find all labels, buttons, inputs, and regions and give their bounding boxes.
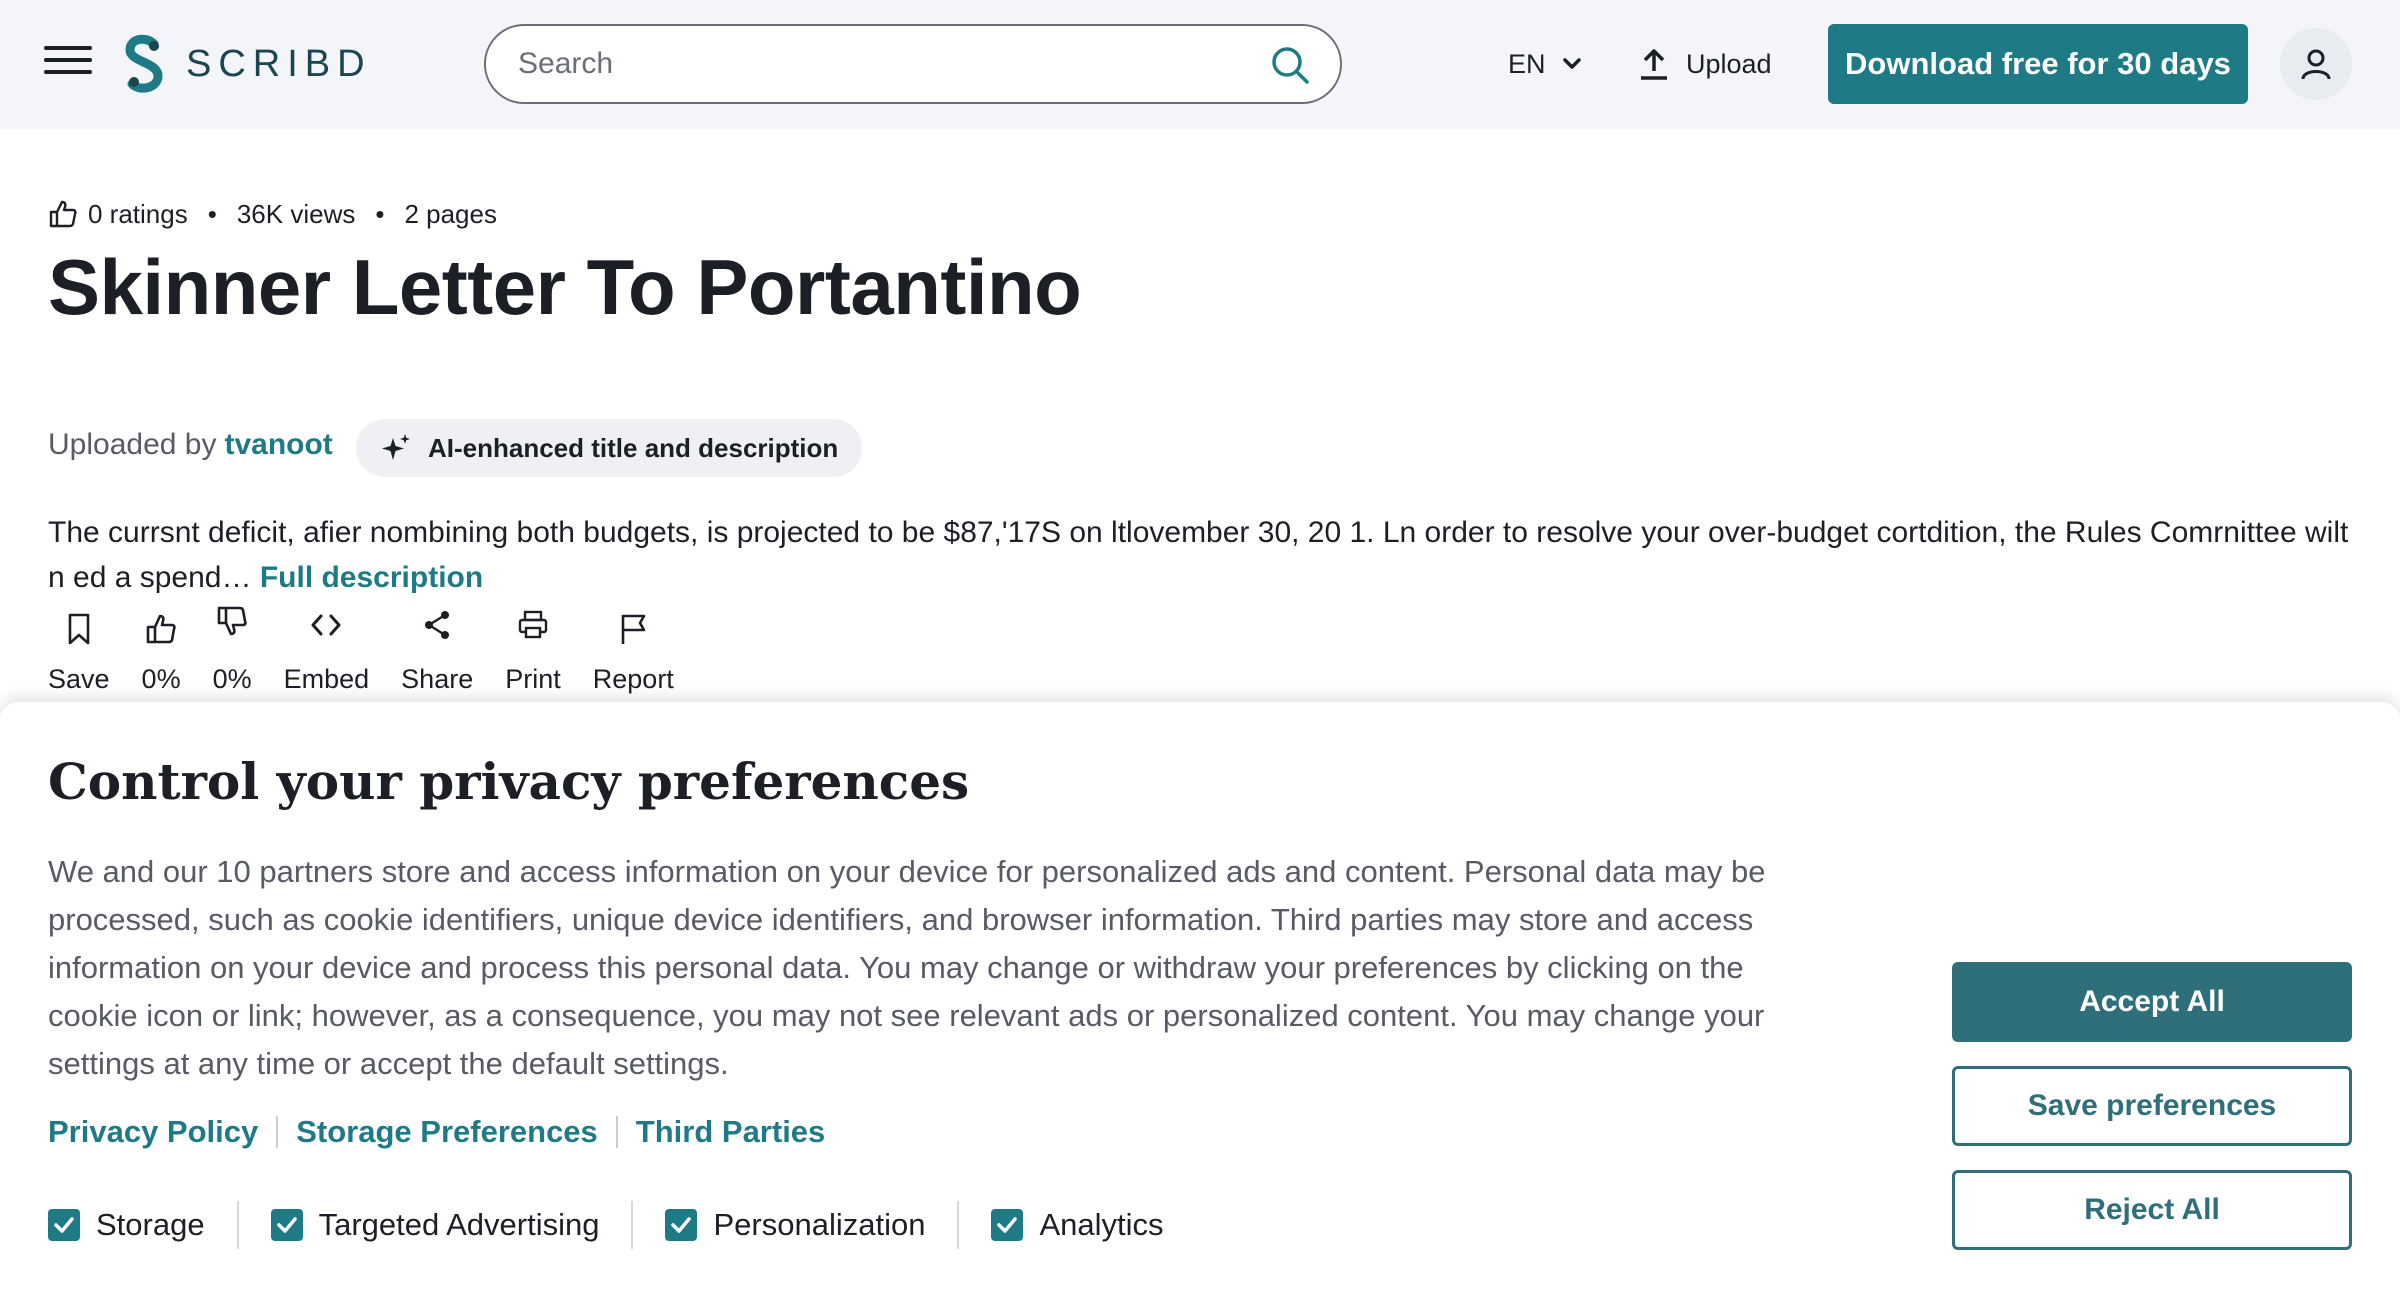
search-input[interactable] xyxy=(518,42,1218,86)
uploaded-by-label: Uploaded by xyxy=(48,428,217,461)
menu-icon[interactable] xyxy=(44,46,92,82)
top-header: SCRIBD EN Upload Download free for 30 da… xyxy=(0,0,2400,129)
like-button[interactable]: 0% xyxy=(142,612,181,702)
save-preferences-button[interactable]: Save preferences xyxy=(1952,1066,2352,1146)
report-button[interactable]: Report xyxy=(593,612,674,702)
report-label: Report xyxy=(592,664,674,694)
document-description: The currsnt deficit, afier nombining bot… xyxy=(48,510,2358,600)
language-selector[interactable]: EN xyxy=(1508,44,1582,84)
analytics-consent[interactable]: Analytics xyxy=(991,1207,1164,1243)
targeted-advertising-consent-label: Targeted Advertising xyxy=(318,1207,600,1242)
search-icon[interactable] xyxy=(1270,45,1310,85)
like-percent: 0% xyxy=(141,664,181,694)
reject-all-button[interactable]: Reject All xyxy=(1952,1170,2352,1250)
search-bar[interactable] xyxy=(484,24,1342,104)
share-button[interactable]: Share xyxy=(401,611,474,702)
thumbs-up-icon xyxy=(146,614,176,644)
full-description-link[interactable]: Full description xyxy=(260,561,483,594)
page-count: 2 pages xyxy=(404,198,497,229)
upload-icon xyxy=(1641,49,1667,80)
print-icon xyxy=(518,610,548,639)
checkbox-checked-icon[interactable] xyxy=(665,1209,698,1241)
privacy-preferences-panel: Control your privacy preferences We and … xyxy=(0,702,2400,1298)
print-button[interactable]: Print xyxy=(505,610,561,702)
scribd-logo[interactable]: SCRIBD xyxy=(120,34,372,94)
language-label: EN xyxy=(1508,48,1546,79)
thumbs-down-icon xyxy=(217,606,247,636)
storage-consent[interactable]: Storage xyxy=(48,1207,205,1243)
consent-options: Storage Targeted Advertising Personaliza… xyxy=(48,1200,1164,1250)
user-icon xyxy=(2301,49,2331,80)
views-count: 36K views xyxy=(236,198,356,229)
scribd-logo-icon xyxy=(125,34,163,93)
embed-icon xyxy=(311,614,341,636)
privacy-links: Privacy Policy Storage Preferences Third… xyxy=(48,1107,825,1157)
ratings-count: 0 ratings xyxy=(88,198,188,229)
link-separator xyxy=(276,1116,279,1148)
meta-separator: • xyxy=(375,198,385,229)
dislike-percent: 0% xyxy=(212,664,252,694)
upload-label: Upload xyxy=(1686,48,1772,79)
personalization-consent-label: Personalization xyxy=(713,1207,926,1242)
chevron-down-icon xyxy=(1562,58,1581,69)
analytics-consent-label: Analytics xyxy=(1039,1207,1164,1242)
account-avatar[interactable] xyxy=(2280,28,2352,100)
logo-text: SCRIBD xyxy=(186,42,372,85)
dislike-button[interactable]: 0% xyxy=(212,606,252,702)
privacy-title: Control your privacy preferences xyxy=(48,752,970,811)
third-parties-link[interactable]: Third Parties xyxy=(636,1114,826,1150)
personalization-consent[interactable]: Personalization xyxy=(665,1207,925,1243)
storage-consent-label: Storage xyxy=(96,1207,205,1242)
storage-preferences-link[interactable]: Storage Preferences xyxy=(296,1114,598,1150)
accept-all-button[interactable]: Accept All xyxy=(1952,962,2352,1042)
share-label: Share xyxy=(401,664,474,694)
flag-icon xyxy=(621,614,646,644)
targeted-advertising-consent[interactable]: Targeted Advertising xyxy=(270,1207,600,1243)
print-label: Print xyxy=(505,664,561,694)
privacy-policy-link[interactable]: Privacy Policy xyxy=(48,1114,258,1150)
consent-separator xyxy=(631,1201,634,1249)
document-meta: 0 ratings • 36K views • 2 pages xyxy=(48,196,497,232)
consent-separator xyxy=(957,1201,960,1249)
embed-button[interactable]: Embed xyxy=(283,612,370,702)
upload-button[interactable]: Upload xyxy=(1638,42,1772,86)
document-title: Skinner Letter To Portantino xyxy=(48,243,1082,331)
ai-enhanced-badge[interactable]: AI-enhanced title and description xyxy=(356,419,863,477)
link-separator xyxy=(615,1116,618,1148)
embed-label: Embed xyxy=(283,664,370,694)
checkbox-checked-icon[interactable] xyxy=(48,1209,80,1241)
document-actions: Save 0% 0% Embed Share Print Report xyxy=(48,606,706,702)
checkbox-checked-icon[interactable] xyxy=(991,1209,1024,1241)
checkbox-checked-icon[interactable] xyxy=(270,1209,303,1241)
save-label: Save xyxy=(48,664,110,694)
bookmark-icon xyxy=(68,613,90,645)
consent-separator xyxy=(236,1201,239,1249)
meta-separator: • xyxy=(207,198,217,229)
download-free-button[interactable]: Download free for 30 days xyxy=(1828,24,2248,104)
save-button[interactable]: Save xyxy=(48,612,110,702)
uploaded-by: Uploaded by tvanoot xyxy=(48,428,333,462)
share-icon xyxy=(425,611,450,639)
thumbs-up-icon xyxy=(49,200,77,228)
privacy-text: We and our 10 partners store and access … xyxy=(48,854,1766,1081)
ai-badge-label: AI-enhanced title and description xyxy=(428,432,839,463)
uploader-link[interactable]: tvanoot xyxy=(224,428,332,461)
sparkle-icon xyxy=(382,434,410,460)
